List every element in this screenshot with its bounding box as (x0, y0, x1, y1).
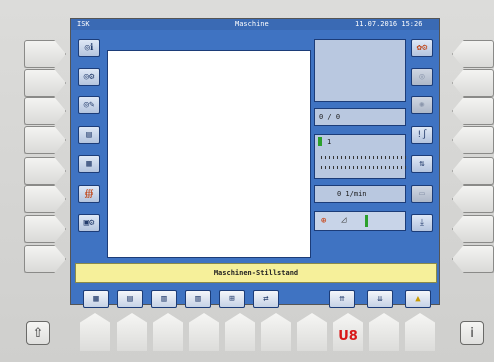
thread-indicator (365, 215, 368, 227)
direction-arrows-icon[interactable]: ⇅ (411, 155, 433, 173)
screen-datetime: 11.07.2016 15:26 (355, 20, 423, 28)
dash-disabled-icon[interactable]: ▭ (411, 185, 433, 203)
machine-config-icon[interactable]: ▣⚙ (78, 214, 100, 232)
step-panel: 1 (314, 134, 409, 179)
transfer-icon[interactable]: ⇄ (253, 290, 279, 308)
needle-down-icon[interactable]: ⤓ (411, 214, 433, 232)
step-value: 1 (327, 138, 332, 146)
needle-down-arrows-icon[interactable]: ⇊ (367, 290, 393, 308)
document-icon[interactable]: ▤ (78, 126, 100, 144)
flower-settings-icon[interactable]: ✿⚙ (411, 39, 433, 57)
counter-value: 0 / 0 (319, 113, 341, 121)
screen-title-bar: ISK Maschine 11.07.2016 15:26 (71, 19, 439, 30)
screen-background: ◎ℹ ◎⚙ ◎✎ ▤ ▦ ∰ ▣⚙ 0 / 0 1 0 1/min ⊕ ◿ ✿⚙… (71, 30, 439, 308)
counter-icon[interactable]: ∰ (78, 185, 100, 203)
pattern-edit-icon[interactable]: ▤ (117, 290, 143, 308)
info-key[interactable]: i (460, 321, 484, 345)
step-indicator (318, 137, 322, 146)
presser-foot-icon: ◿ (341, 215, 347, 225)
grid-icon[interactable]: ▥ (151, 290, 177, 308)
spool-disabled-icon[interactable]: ◎ (411, 68, 433, 86)
frame-icon[interactable]: ⊞ (219, 290, 245, 308)
machine-screen: ISK Maschine 11.07.2016 15:26 ◎ℹ ◎⚙ ◎✎ ▤… (70, 18, 440, 308)
counter-panel: 0 / 0 (314, 108, 406, 126)
screen-title: Maschine (235, 20, 269, 28)
sun-disabled-icon[interactable]: ✺ (411, 96, 433, 114)
pattern-icon[interactable]: ▦ (83, 290, 109, 308)
info-panel-top (314, 39, 406, 102)
color-grid-icon[interactable]: ▦ (78, 155, 100, 173)
spool-tools-icon[interactable]: ◎✎ (78, 96, 100, 114)
thread-needle-icon[interactable]: ǃ∫ (411, 126, 433, 144)
grid-alt-icon[interactable]: ▥ (185, 290, 211, 308)
spool-settings-icon[interactable]: ◎⚙ (78, 68, 100, 86)
spool-info-icon[interactable]: ◎ℹ (78, 39, 100, 57)
bobbin-icon: ⊕ (321, 216, 327, 226)
tension-panel: ⊕ ◿ (314, 211, 406, 231)
arrow-up-icon[interactable]: ▲ (405, 290, 431, 308)
title-left: ISK (77, 20, 90, 28)
step-scale-bottom (321, 166, 409, 169)
u8-label: U8 (338, 329, 358, 344)
main-content-area (107, 50, 311, 258)
speed-value: 0 1/min (337, 190, 367, 198)
step-scale-top (321, 156, 409, 159)
status-message: Maschinen-Stillstand (75, 263, 437, 283)
speed-panel: 0 1/min (314, 185, 406, 203)
home-key[interactable]: ⇧ (26, 321, 50, 345)
needle-up-icon[interactable]: ⇈ (329, 290, 355, 308)
